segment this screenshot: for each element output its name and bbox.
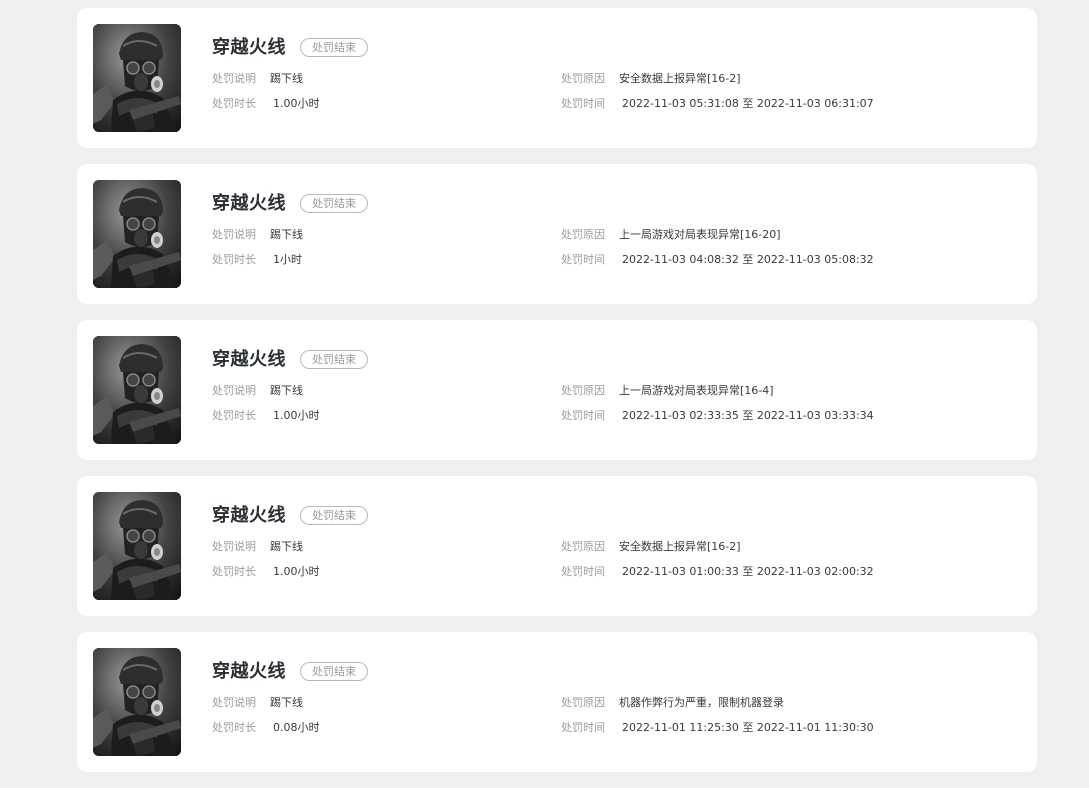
duration-value: 1.00小时 <box>273 409 320 422</box>
game-title: 穿越火线 <box>212 37 286 58</box>
duration-label: 处罚时长 <box>212 409 256 422</box>
time-label: 处罚时间 <box>561 409 605 422</box>
description-label: 处罚说明 <box>212 696 256 709</box>
game-avatar <box>93 492 181 600</box>
description-value: 踢下线 <box>270 72 303 85</box>
time-label: 处罚时间 <box>561 565 605 578</box>
game-title: 穿越火线 <box>212 349 286 370</box>
reason-value: 机器作弊行为严重，限制机器登录 <box>619 696 784 709</box>
status-badge: 处罚结束 <box>300 506 368 525</box>
reason-value: 上一局游戏对局表现异常[16-20] <box>619 228 781 241</box>
soldier-avatar-icon <box>93 24 181 132</box>
reason-label: 处罚原因 <box>561 696 605 709</box>
game-avatar <box>93 24 181 132</box>
description-value: 踢下线 <box>270 384 303 397</box>
time-value: 2022-11-01 11:25:30 至 2022-11-01 11:30:3… <box>622 721 874 734</box>
game-title: 穿越火线 <box>212 661 286 682</box>
duration-label: 处罚时长 <box>212 565 256 578</box>
description-value: 踢下线 <box>270 540 303 553</box>
time-value: 2022-11-03 04:08:32 至 2022-11-03 05:08:3… <box>622 253 874 266</box>
game-avatar <box>93 648 181 756</box>
game-avatar <box>93 336 181 444</box>
soldier-avatar-icon <box>93 180 181 288</box>
status-badge: 处罚结束 <box>300 350 368 369</box>
time-value: 2022-11-03 02:33:35 至 2022-11-03 03:33:3… <box>622 409 874 422</box>
duration-label: 处罚时长 <box>212 721 256 734</box>
description-label: 处罚说明 <box>212 228 256 241</box>
time-value: 2022-11-03 05:31:08 至 2022-11-03 06:31:0… <box>622 97 874 110</box>
description-label: 处罚说明 <box>212 384 256 397</box>
duration-value: 1.00小时 <box>273 97 320 110</box>
reason-label: 处罚原因 <box>561 540 605 553</box>
penalty-record-card: 穿越火线 处罚结束 处罚说明 踢下线 处罚时长 1.00小时 处罚原因 安全数据… <box>77 8 1037 148</box>
duration-label: 处罚时长 <box>212 97 256 110</box>
duration-value: 0.08小时 <box>273 721 320 734</box>
reason-value: 安全数据上报异常[16-2] <box>619 72 741 85</box>
status-badge: 处罚结束 <box>300 38 368 57</box>
description-value: 踢下线 <box>270 228 303 241</box>
reason-value: 安全数据上报异常[16-2] <box>619 540 741 553</box>
penalty-record-list: 穿越火线 处罚结束 处罚说明 踢下线 处罚时长 1.00小时 处罚原因 安全数据… <box>77 8 1037 788</box>
soldier-avatar-icon <box>93 648 181 756</box>
reason-label: 处罚原因 <box>561 228 605 241</box>
penalty-record-card: 穿越火线 处罚结束 处罚说明 踢下线 处罚时长 1.00小时 处罚原因 安全数据… <box>77 476 1037 616</box>
description-label: 处罚说明 <box>212 540 256 553</box>
description-label: 处罚说明 <box>212 72 256 85</box>
time-label: 处罚时间 <box>561 253 605 266</box>
penalty-record-card: 穿越火线 处罚结束 处罚说明 踢下线 处罚时长 1.00小时 处罚原因 上一局游… <box>77 320 1037 460</box>
duration-value: 1.00小时 <box>273 565 320 578</box>
time-value: 2022-11-03 01:00:33 至 2022-11-03 02:00:3… <box>622 565 874 578</box>
soldier-avatar-icon <box>93 336 181 444</box>
penalty-record-card: 穿越火线 处罚结束 处罚说明 踢下线 处罚时长 1小时 处罚原因 上一局游戏对局… <box>77 164 1037 304</box>
duration-value: 1小时 <box>273 253 302 266</box>
game-avatar <box>93 180 181 288</box>
soldier-avatar-icon <box>93 492 181 600</box>
reason-label: 处罚原因 <box>561 384 605 397</box>
reason-label: 处罚原因 <box>561 72 605 85</box>
duration-label: 处罚时长 <box>212 253 256 266</box>
game-title: 穿越火线 <box>212 193 286 214</box>
status-badge: 处罚结束 <box>300 662 368 681</box>
time-label: 处罚时间 <box>561 97 605 110</box>
description-value: 踢下线 <box>270 696 303 709</box>
penalty-record-card: 穿越火线 处罚结束 处罚说明 踢下线 处罚时长 0.08小时 处罚原因 机器作弊… <box>77 632 1037 772</box>
reason-value: 上一局游戏对局表现异常[16-4] <box>619 384 774 397</box>
time-label: 处罚时间 <box>561 721 605 734</box>
game-title: 穿越火线 <box>212 505 286 526</box>
status-badge: 处罚结束 <box>300 194 368 213</box>
